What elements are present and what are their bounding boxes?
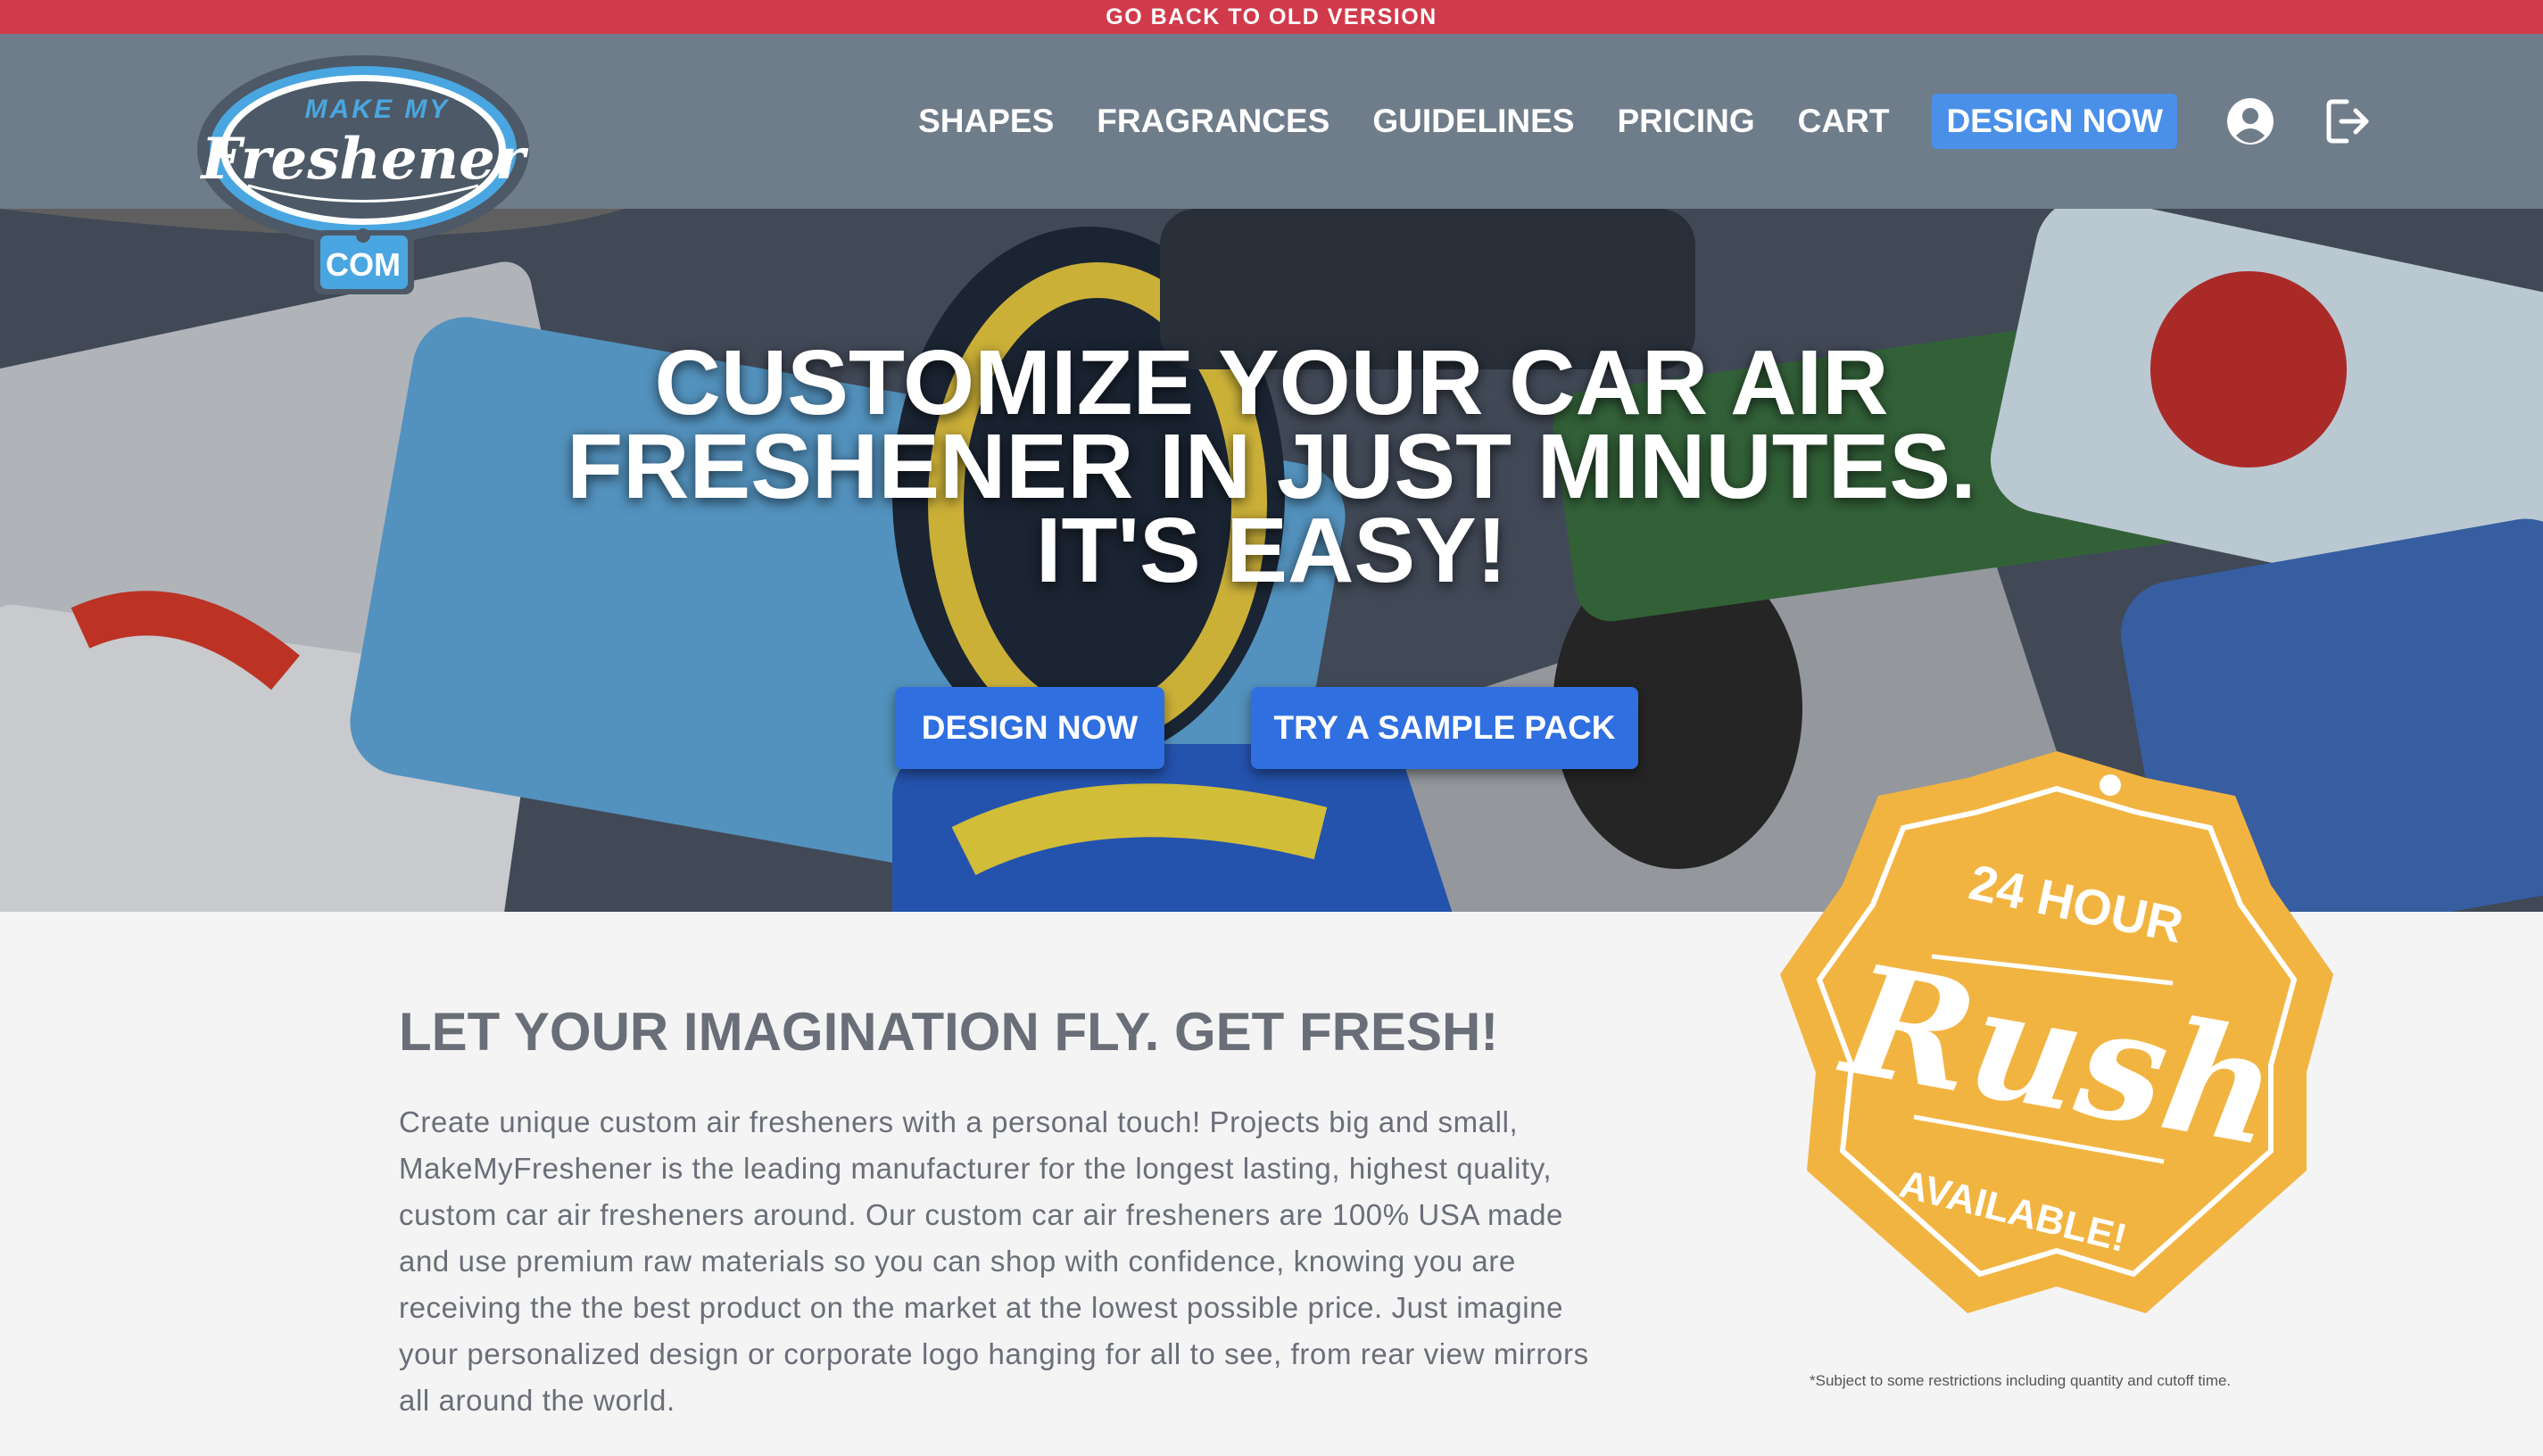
logout-icon[interactable] xyxy=(2323,96,2373,146)
rush-disclaimer: *Subject to some restrictions including … xyxy=(1810,1372,2232,1389)
logo-com-text: COM xyxy=(326,246,401,283)
logo-freshener-text: Freshener xyxy=(200,126,529,193)
hero-title: CUSTOMIZE YOUR CAR AIR FRESHENER IN JUST… xyxy=(0,331,2543,601)
nav-shapes[interactable]: SHAPES xyxy=(918,103,1054,140)
intro-heading: LET YOUR IMAGINATION FLY. GET FRESH! xyxy=(399,1002,1499,1062)
old-version-bar: GO BACK TO OLD VERSION xyxy=(0,0,2543,34)
nav-guidelines[interactable]: GUIDELINES xyxy=(1372,103,1574,140)
hero-title-line-1: CUSTOMIZE YOUR CAR AIR xyxy=(654,331,1889,434)
nav-cart[interactable]: CART xyxy=(1798,103,1890,140)
hero-design-now-button[interactable]: DESIGN NOW xyxy=(895,687,1164,769)
user-circle-icon[interactable] xyxy=(2225,96,2275,146)
main-nav: SHAPES FRAGRANCES GUIDELINES PRICING CAR… xyxy=(875,93,2373,150)
nav-pricing[interactable]: PRICING xyxy=(1617,103,1754,140)
badge-hole xyxy=(2100,774,2121,796)
site-logo[interactable]: MAKE MY Freshener COM xyxy=(195,52,532,307)
go-back-old-version-link[interactable]: GO BACK TO OLD VERSION xyxy=(1106,4,1437,30)
nav-fragrances[interactable]: FRAGRANCES xyxy=(1097,103,1329,140)
rush-badge: 24 HOUR Rush AVAILABLE! xyxy=(1780,751,2333,1313)
logo-make-my-text: MAKE MY xyxy=(305,95,451,124)
nav-design-now-button[interactable]: DESIGN NOW xyxy=(1932,94,2177,149)
site-header: MAKE MY Freshener COM SHAPES FRAGRANCES … xyxy=(0,34,2543,294)
try-sample-pack-button[interactable]: TRY A SAMPLE PACK xyxy=(1251,687,1638,769)
intro-paragraph: Create unique custom air fresheners with… xyxy=(399,1105,1589,1417)
hero-title-line-3: IT'S EASY! xyxy=(1035,499,1508,601)
hero-title-line-2: FRESHENER IN JUST MINUTES. xyxy=(567,415,1976,517)
